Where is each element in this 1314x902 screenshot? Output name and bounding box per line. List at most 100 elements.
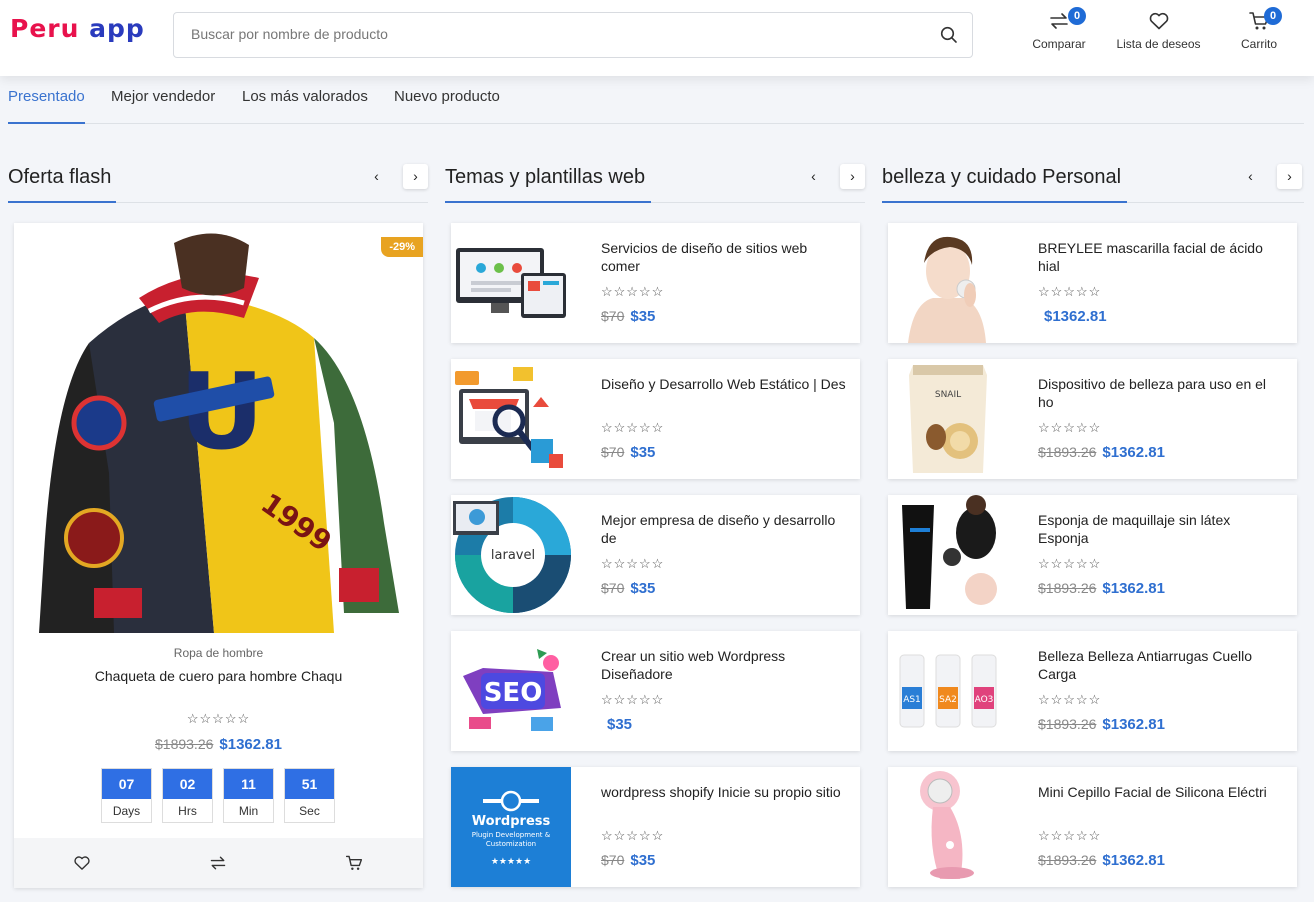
product-card[interactable]: Servicios de diseño de sitios web comer …	[451, 223, 860, 343]
web-prev-arrow[interactable]: ‹	[801, 164, 826, 189]
old-price: $1893.26	[1038, 852, 1097, 868]
current-price: $1362.81	[1044, 308, 1107, 325]
star-rating: ☆☆☆☆☆	[1038, 828, 1102, 843]
old-price: $70	[601, 580, 625, 596]
product-image-web-design[interactable]	[451, 223, 571, 343]
countdown-label: Min	[238, 804, 259, 818]
logo-word-1: Peru	[10, 14, 80, 43]
compare-label: Comparar	[1032, 37, 1086, 51]
product-title[interactable]: Esponja de maquillaje sin látex Esponja	[1038, 511, 1283, 547]
bottle-label-as1: AS1	[903, 695, 921, 705]
wordpress-subtitle-1: Plugin Development &	[472, 831, 551, 839]
product-image-blackhead-mask[interactable]	[888, 495, 1008, 615]
product-price: $1893.26 $1362.81	[1038, 716, 1165, 733]
countdown-label: Days	[112, 804, 141, 818]
current-price: $35	[630, 852, 656, 869]
logo[interactable]: Peru app	[10, 14, 145, 43]
cart-count-badge: 0	[1264, 7, 1282, 25]
product-card[interactable]: laravel Mejor empresa de diseño y desarr…	[451, 495, 860, 615]
product-card[interactable]: Wordpress Plugin Development & Customizati…	[451, 767, 860, 887]
wishlist-button[interactable]: Lista de deseos	[1112, 10, 1205, 51]
compare-button[interactable]: 0 Comparar	[1026, 7, 1092, 51]
product-name[interactable]: Chaqueta de cuero para hombre Chaqu	[14, 668, 423, 684]
compare-icon[interactable]	[209, 854, 227, 877]
wordpress-subtitle-2: Customization	[486, 840, 536, 848]
countdown-value: 51	[285, 769, 334, 799]
search-input[interactable]	[191, 26, 891, 42]
old-price: $1893.26	[1038, 716, 1097, 732]
product-image-serum-bottles[interactable]: AS1 SA2 AO3	[888, 631, 1008, 751]
product-title[interactable]: Crear un sitio web Wordpress Diseñadore	[601, 647, 846, 683]
discount-badge: -29%	[381, 237, 423, 257]
tab-nuevo-producto[interactable]: Nuevo producto	[394, 88, 500, 124]
countdown-hours: 02 Hrs	[162, 768, 213, 823]
countdown-seconds: 51 Sec	[284, 768, 335, 823]
product-title[interactable]: wordpress shopify Inicie su propio sitio	[601, 783, 846, 801]
product-card[interactable]: Esponja de maquillaje sin látex Esponja …	[888, 495, 1297, 615]
product-price: $70 $35	[601, 580, 655, 597]
old-price: $1893.26	[155, 736, 214, 752]
product-title[interactable]: Mini Cepillo Facial de Silicona Eléctri	[1038, 783, 1283, 801]
tab-mejor-vendedor[interactable]: Mejor vendedor	[111, 88, 215, 124]
tab-mas-valorados[interactable]: Los más valorados	[242, 88, 368, 124]
product-card[interactable]: Diseño y Desarrollo Web Estático | Des ☆…	[451, 359, 860, 479]
product-category[interactable]: Ropa de hombre	[14, 646, 423, 660]
section-title-flash: Oferta flash	[8, 166, 112, 188]
product-card[interactable]: Mini Cepillo Facial de Silicona Eléctri …	[888, 767, 1297, 887]
add-to-cart-icon[interactable]	[345, 854, 363, 877]
product-tabs: Presentado Mejor vendedor Los más valora…	[8, 88, 1304, 124]
product-title[interactable]: Belleza Belleza Antiarrugas Cuello Carga	[1038, 647, 1283, 683]
product-card[interactable]: BREYLEE mascarilla facial de ácido hial …	[888, 223, 1297, 343]
compare-count-badge: 0	[1068, 7, 1086, 25]
beauty-prev-arrow[interactable]: ‹	[1238, 164, 1263, 189]
product-image-seo[interactable]: SEO	[451, 631, 571, 751]
laravel-text: laravel	[491, 548, 535, 563]
cart-button[interactable]: 0 Carrito	[1234, 7, 1284, 51]
section-title-beauty: belleza y cuidado Personal	[882, 166, 1122, 188]
web-next-arrow[interactable]: ›	[840, 164, 865, 189]
product-image-ecommerce[interactable]	[451, 359, 571, 479]
star-rating: ☆☆☆☆☆	[1038, 420, 1102, 435]
heart-icon	[1149, 12, 1168, 30]
flash-product-card[interactable]: U 1999 -29% Ropa de hombre Chaqueta de c…	[14, 223, 423, 888]
bottle-label-ao3: AO3	[975, 695, 994, 705]
product-title[interactable]: Servicios de diseño de sitios web comer	[601, 239, 846, 275]
product-image-laravel[interactable]: laravel	[451, 495, 571, 615]
product-image-facial-brush[interactable]	[888, 767, 1008, 887]
product-image-snail-mask[interactable]: SNAIL	[888, 359, 1008, 479]
current-price: $35	[630, 444, 656, 461]
product-image-wordpress[interactable]: Wordpress Plugin Development & Customizati…	[451, 767, 571, 887]
wishlist-label: Lista de deseos	[1116, 37, 1201, 51]
current-price: $1362.81	[1102, 580, 1165, 597]
product-price: $1893.26 $1362.81	[1038, 852, 1165, 869]
product-title[interactable]: Mejor empresa de diseño y desarrollo de	[601, 511, 846, 547]
section-divider	[445, 201, 865, 203]
current-price: $1362.81	[219, 736, 282, 753]
search-icon[interactable]	[940, 26, 958, 49]
product-card[interactable]: AS1 SA2 AO3 Belleza Belleza Antiarrugas Cu…	[888, 631, 1297, 751]
wishlist-heart-icon[interactable]	[73, 854, 91, 877]
bottle-label-sa2: SA2	[939, 695, 957, 705]
product-price: $70 $35	[601, 852, 655, 869]
product-title[interactable]: Diseño y Desarrollo Web Estático | Des	[601, 375, 846, 393]
product-title[interactable]: BREYLEE mascarilla facial de ácido hial	[1038, 239, 1283, 275]
star-rating: ☆☆☆☆☆	[601, 692, 665, 707]
star-rating: ☆☆☆☆☆	[601, 556, 665, 571]
current-price: $35	[607, 716, 633, 733]
header: Peru app 0 Comparar Lista de deseos 0 Ca…	[0, 0, 1314, 76]
beauty-next-arrow[interactable]: ›	[1277, 164, 1302, 189]
star-rating: ☆☆☆☆☆	[186, 711, 251, 726]
countdown-value: 11	[224, 769, 273, 799]
product-card[interactable]: SEO Crear un sitio web Wordpress Diseñad…	[451, 631, 860, 751]
product-title[interactable]: Dispositivo de belleza para uso en el ho	[1038, 375, 1283, 411]
product-actions	[14, 838, 423, 888]
flash-prev-arrow[interactable]: ‹	[364, 164, 389, 189]
tab-presentado[interactable]: Presentado	[8, 88, 85, 124]
product-image-face-mask[interactable]	[888, 223, 1008, 343]
product-image-jacket[interactable]: U 1999	[14, 223, 423, 633]
compare-icon	[1050, 13, 1068, 29]
flash-next-arrow[interactable]: ›	[403, 164, 428, 189]
product-card[interactable]: SNAIL Dispositivo de belleza para uso en…	[888, 359, 1297, 479]
cart-label: Carrito	[1240, 37, 1277, 51]
old-price: $1893.26	[1038, 444, 1097, 460]
